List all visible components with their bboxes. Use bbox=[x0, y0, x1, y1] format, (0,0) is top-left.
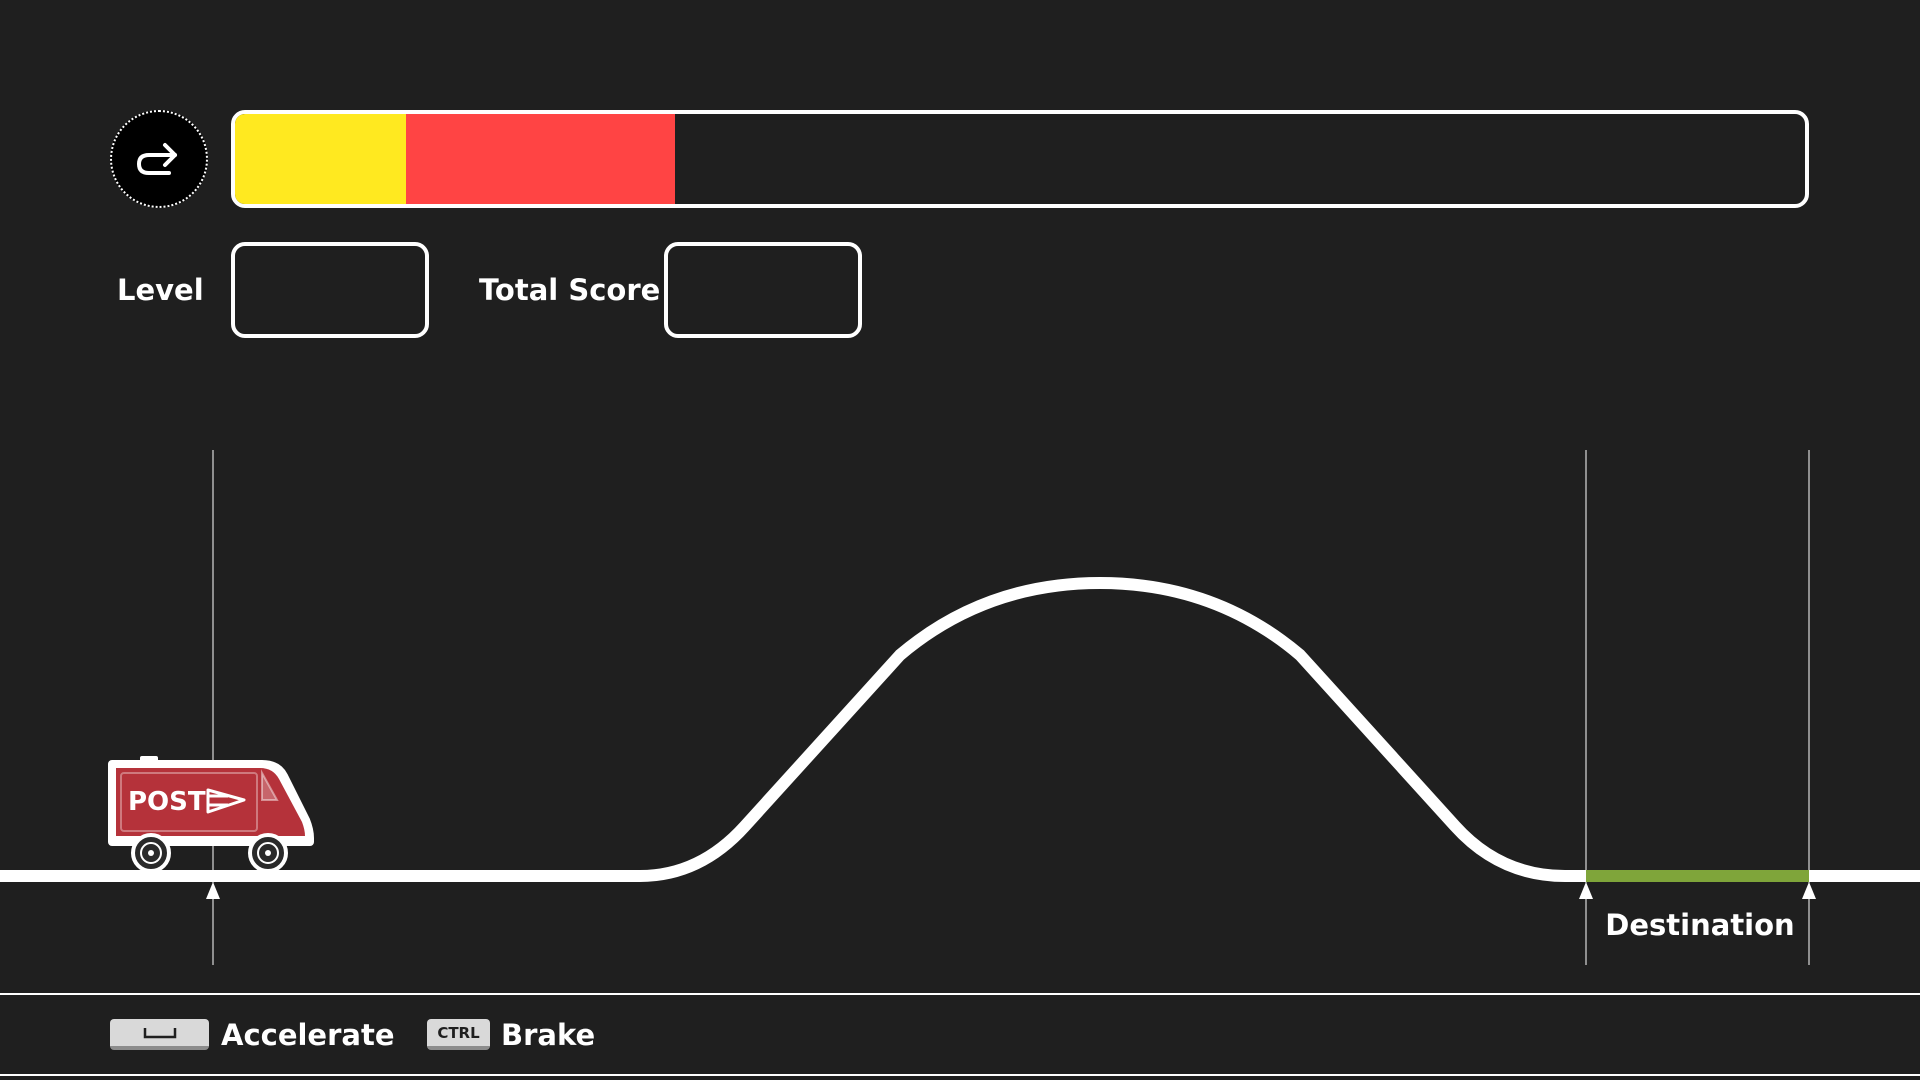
destination-start-arrow bbox=[1579, 882, 1593, 899]
destination-label: Destination bbox=[1605, 908, 1795, 942]
post-van-icon: POST bbox=[108, 756, 314, 873]
brake-label: Brake bbox=[501, 1018, 596, 1052]
spacebar-icon bbox=[143, 1027, 176, 1038]
destination-end-arrow bbox=[1802, 882, 1816, 899]
accelerate-label: Accelerate bbox=[221, 1018, 395, 1052]
ctrl-key: CTRL bbox=[427, 1019, 490, 1050]
controls-bottom-divider bbox=[0, 1074, 1920, 1076]
destination-zone bbox=[1586, 870, 1809, 882]
start-marker-arrow bbox=[206, 882, 220, 899]
game-stage: Level Total Score POST Destination Accel… bbox=[0, 0, 1920, 1080]
spacebar-key bbox=[110, 1019, 209, 1050]
controls-top-divider bbox=[0, 993, 1920, 995]
van-label: POST bbox=[128, 787, 206, 817]
